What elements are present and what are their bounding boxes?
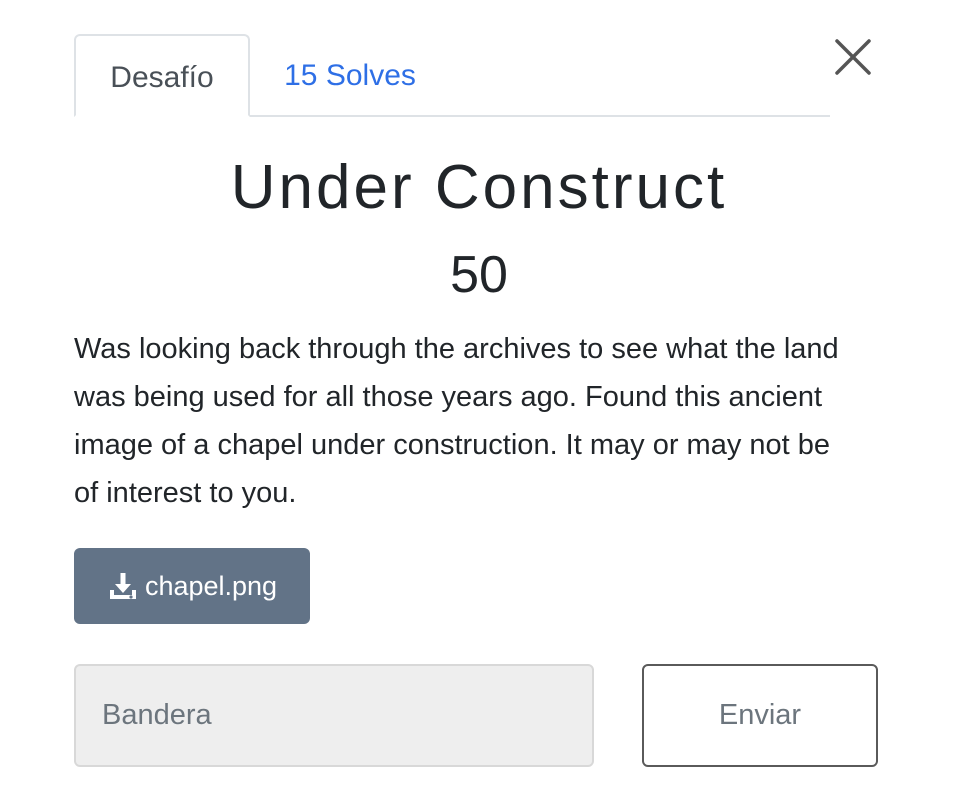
challenge-name: Under Construct <box>230 153 728 222</box>
tab-challenge[interactable]: Desafío <box>74 34 250 117</box>
close-button[interactable] <box>832 36 876 80</box>
close-icon <box>835 39 871 75</box>
tab-solves[interactable]: 15 Solves <box>250 34 450 117</box>
flag-input[interactable] <box>74 664 594 767</box>
challenge-tabs: Desafío 15 Solves <box>74 34 830 117</box>
challenge-modal: Desafío 15 Solves Under Construct 50 Was… <box>0 0 958 798</box>
challenge-points: 50 <box>450 246 508 304</box>
download-file-label: chapel.png <box>144 570 278 601</box>
challenge-description: Was looking back through the archives to… <box>74 333 839 509</box>
download-icon <box>109 573 136 599</box>
submit-button[interactable]: Enviar <box>642 664 878 767</box>
download-file-button[interactable]: chapel.png <box>74 548 310 624</box>
